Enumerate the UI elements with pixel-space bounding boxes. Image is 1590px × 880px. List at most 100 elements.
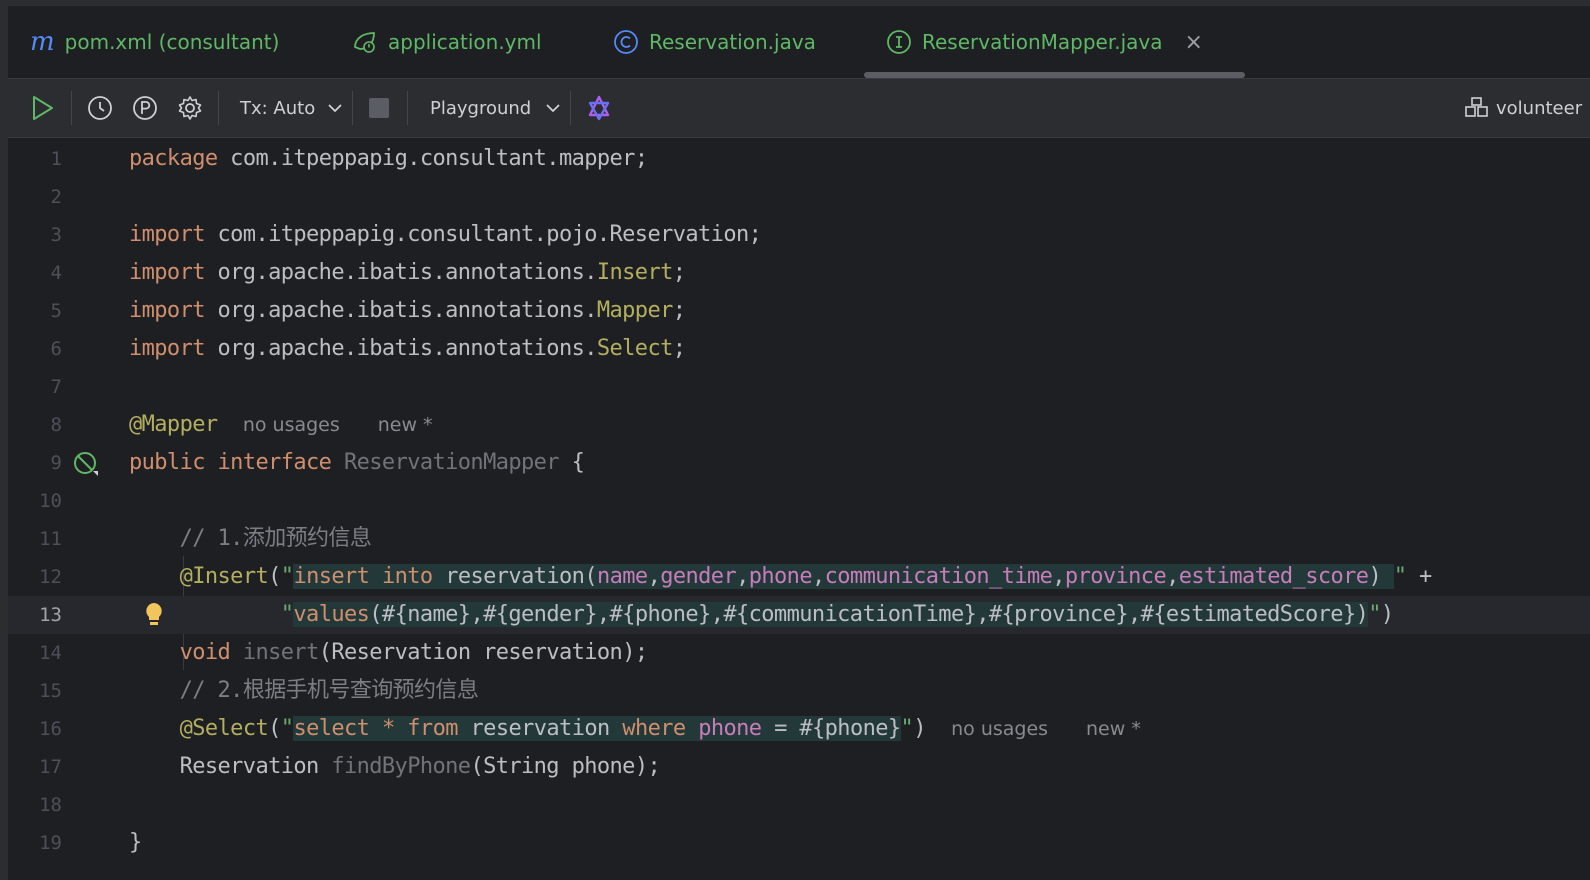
datasource-icon [1465,97,1488,117]
toolbar-separator [570,91,571,125]
explain-plan-button[interactable] [131,79,159,137]
ai-assistant-button[interactable] [586,79,612,137]
code-line: 12 @Insert("insert into reservation(name… [8,558,1590,596]
line-number: 3 [50,224,62,246]
code-comment: // 2.根据手机号查询预约信息 [179,678,479,703]
gear-icon [178,96,202,120]
code-line: 19 } [8,824,1590,862]
code-line: 4 import org.apache.ibatis.annotations.I… [8,254,1590,292]
code-text: // 1.添加预约信息 [129,520,372,558]
tab-label: application.yml [388,30,542,54]
line-number: 17 [39,756,62,778]
spring-config-icon [352,30,378,54]
datasource-selector[interactable]: volunteer [1464,79,1582,137]
line-number: 12 [39,566,62,588]
code-text: import org.apache.ibatis.annotations.Sel… [129,336,686,361]
code-line: 6 import org.apache.ibatis.annotations.S… [8,330,1590,368]
code-line-current: 13 "values(#{name},#{gender},#{phone},#{… [8,596,1590,634]
code-line: 14 void insert(Reservation reservation); [8,634,1590,672]
code-text: void insert(Reservation reservation); [179,640,649,665]
playground-dropdown[interactable]: Playground [430,79,561,137]
line-number: 15 [39,680,62,702]
ai-star-icon [588,95,610,121]
chevron-down-icon [328,104,342,113]
line-number: 11 [39,528,62,550]
tab-pom-xml[interactable]: m pom.xml (consultant) [30,6,279,78]
run-button[interactable] [30,79,56,137]
code-text: import org.apache.ibatis.annotations.Ins… [129,260,686,285]
code-line: 18 [8,786,1590,824]
playground-label: Playground [430,97,532,119]
tab-label: Reservation.java [649,30,816,54]
implementations-gutter-icon[interactable] [72,450,100,482]
history-button[interactable] [86,79,114,137]
code-text: @Select("select * from reservation where… [179,716,1141,741]
line-number: 2 [50,186,62,208]
tx-mode-dropdown[interactable]: Tx: Auto [240,79,343,137]
line-number: 7 [50,376,62,398]
line-number: 14 [39,642,62,664]
toolbar-separator [352,91,353,125]
toolbar-separator [407,91,408,125]
line-number: 10 [39,490,62,512]
toolbar-separator [71,91,72,125]
line-number: 4 [50,262,62,284]
chevron-down-icon [546,104,560,113]
tab-label: pom.xml (consultant) [64,30,280,54]
tab-reservation-java[interactable]: Reservation.java [613,6,816,78]
author-hint[interactable]: new * [1086,718,1141,740]
line-number: 9 [50,452,62,474]
code-line: 5 import org.apache.ibatis.annotations.M… [8,292,1590,330]
code-text: public interface ReservationMapper { [129,450,585,475]
code-text: @Insert("insert into reservation(name,ge… [179,564,1432,589]
line-number: 6 [50,338,62,360]
code-line: 8 @Mapper no usages new * [8,406,1590,444]
code-line: 10 [8,482,1590,520]
usages-hint[interactable]: no usages [243,414,340,436]
toolbar-separator [218,91,219,125]
code-line: 2 [8,178,1590,216]
code-text: package com.itpeppapig.consultant.mapper… [129,146,648,171]
code-text: // 2.根据手机号查询预约信息 [129,672,479,710]
line-number: 1 [50,148,62,170]
stop-button[interactable] [369,79,389,137]
code-line: 1 package com.itpeppapig.consultant.mapp… [8,140,1590,178]
code-text: @Mapper no usages new * [129,412,433,437]
line-number: 8 [50,414,62,436]
left-edge [0,6,8,880]
run-icon [33,96,53,120]
tab-reservationmapper-java[interactable]: ReservationMapper.java × [864,6,1245,78]
code-text: import com.itpeppapig.consultant.pojo.Re… [129,222,762,247]
code-text: Reservation findByPhone(String phone); [129,754,661,779]
editor-tab-bar: m pom.xml (consultant) application.yml R… [8,6,1590,78]
p-circle-icon [133,96,157,120]
interface-icon [886,29,912,55]
tab-application-yml[interactable]: application.yml [352,6,542,78]
code-line: 11 // 1.添加预约信息 [8,520,1590,558]
line-number: 16 [39,718,62,740]
settings-button[interactable] [176,79,204,137]
code-line: 17 Reservation findByPhone(String phone)… [8,748,1590,786]
author-hint[interactable]: new * [378,414,433,436]
code-line: 7 [8,368,1590,406]
maven-m-icon: m [30,27,55,57]
usages-hint[interactable]: no usages [951,718,1048,740]
tx-mode-label: Tx: Auto [240,97,316,119]
line-number: 13 [39,604,62,626]
class-icon [613,29,639,55]
close-tab-icon[interactable]: × [1185,30,1203,55]
code-editor[interactable]: 1 package com.itpeppapig.consultant.mapp… [8,138,1590,880]
tab-label: ReservationMapper.java [922,30,1163,54]
code-line: 3 import com.itpeppapig.consultant.pojo.… [8,216,1590,254]
code-line: 16 @Select("select * from reservation wh… [8,710,1590,748]
clock-icon [88,96,112,120]
code-text: } [129,830,142,855]
line-number: 18 [39,794,62,816]
code-line: 15 // 2.根据手机号查询预约信息 [8,672,1590,710]
datasource-label: volunteer [1496,97,1583,119]
code-line: 9 public interface ReservationMapper { [8,444,1590,482]
code-comment: // 1.添加预约信息 [179,526,372,551]
line-number: 5 [50,300,62,322]
line-number: 19 [39,832,62,854]
code-text: import org.apache.ibatis.annotations.Map… [129,298,686,323]
